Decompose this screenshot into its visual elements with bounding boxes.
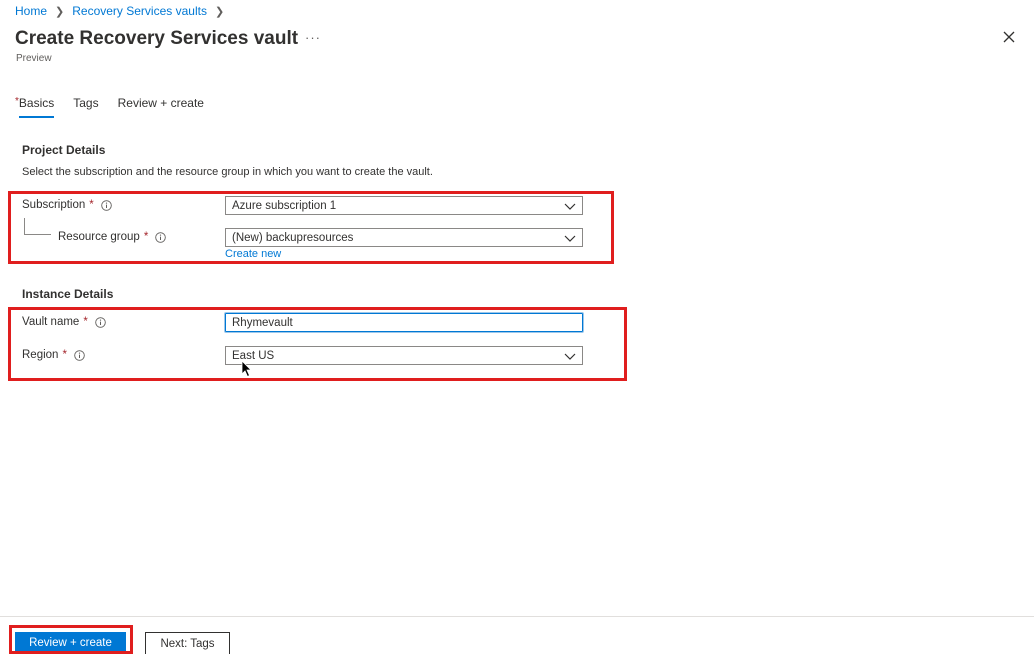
highlight-box-project [8,191,614,264]
tab-review-create[interactable]: Review + create [118,96,204,110]
project-details-description: Select the subscription and the resource… [22,166,433,178]
more-options-icon[interactable]: ··· [305,30,321,45]
page-title: Create Recovery Services vault [15,28,299,49]
chevron-right-icon: ❯ [55,5,65,18]
tab-bar: *Basics Tags Review + create [15,96,223,118]
page-subtitle: Preview [16,53,52,64]
mouse-pointer-icon [241,360,252,378]
tab-tags[interactable]: Tags [73,96,98,110]
project-details-heading: Project Details [22,143,106,157]
tab-review-create-label: Review + create [117,96,204,110]
highlight-box-review-button [9,625,133,654]
close-icon[interactable] [1002,30,1016,44]
breadcrumb-home-link[interactable]: Home [15,4,47,18]
breadcrumb-vaults-link[interactable]: Recovery Services vaults [72,4,207,18]
chevron-right-icon: ❯ [214,5,225,18]
required-marker: * [15,96,19,107]
tab-basics-label: Basics [18,96,55,110]
tab-tags-label: Tags [73,96,99,110]
tab-basics[interactable]: *Basics [15,96,55,118]
breadcrumb: Home ❯ Recovery Services vaults ❯ [15,4,232,18]
next-tags-button[interactable]: Next: Tags [145,632,230,654]
instance-details-heading: Instance Details [22,287,114,301]
highlight-box-instance [8,307,627,381]
footer-divider [0,616,1034,617]
